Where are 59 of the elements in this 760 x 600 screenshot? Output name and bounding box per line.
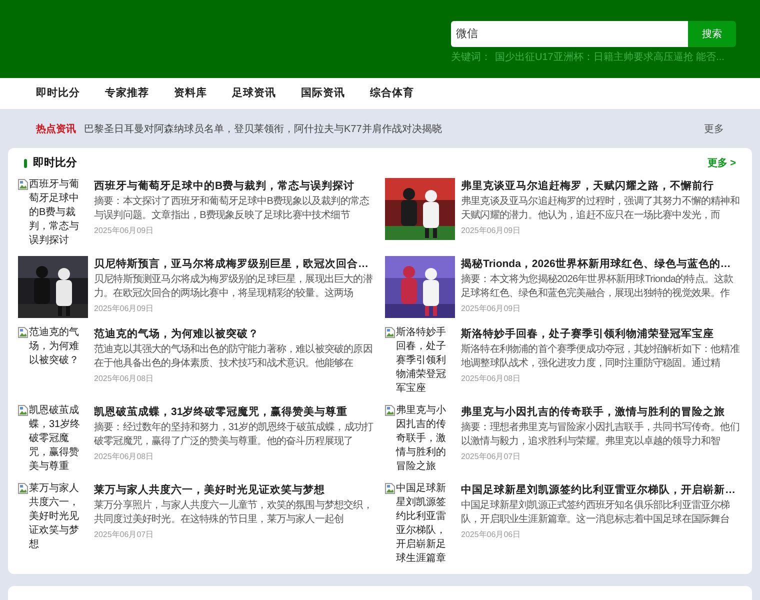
more-link[interactable]: 更多	[704, 122, 724, 136]
image-alt-text: 西班牙与葡萄牙足球中的B费与裁判，常态与误判探讨	[29, 178, 80, 248]
broken-image-icon	[385, 405, 395, 416]
search-button[interactable]: 搜索	[688, 21, 736, 47]
article-title[interactable]: 贝尼特斯预言，亚马尔将成梅罗级别巨星，欧冠次回合…	[94, 256, 375, 272]
article-date: 2025年06月09日	[461, 225, 521, 237]
broken-image-icon	[385, 483, 395, 494]
article-date: 2025年06月08日	[94, 373, 154, 385]
image-alt-text: 范迪克的气场，为何难以被突破？	[29, 326, 80, 368]
article-title[interactable]: 弗里克与小因扎吉的传奇联手，激情与胜利的冒险之旅	[461, 404, 742, 420]
article-date: 2025年06月08日	[94, 451, 154, 463]
article-summary: 摘要：本文探讨了西班牙和葡萄牙足球中B费现象以及裁判的常态与误判问题。文章指出，B费现象反映了足球比赛中技术细节	[94, 195, 370, 223]
article-title[interactable]: 范迪克的气场，为何难以被突破？	[94, 326, 375, 342]
image-alt-text: 斯洛特妙手回春，处子赛季引领利物浦荣登冠军宝座	[396, 326, 447, 396]
article-summary: 范迪克以其强大的气场和出色的防守能力著称，难以被突破的原因在于他具备出色的身体素质、技术技巧和战术意识。他能够在	[94, 343, 374, 371]
article-date: 2025年06月07日	[94, 529, 154, 541]
nav-link[interactable]: 即时比分	[36, 86, 80, 102]
nav-link[interactable]: 资料库	[174, 86, 207, 102]
article-summary: 弗里克谈及亚马尔追赶梅罗的过程时，强调了其努力不懈的精神和天赋闪耀的潜力。他认为，追赶不应只在一场比赛中发光，而	[461, 195, 740, 223]
title-bar-icon	[24, 158, 27, 168]
article-date: 2025年06月07日	[461, 451, 521, 463]
nav-link[interactable]: 综合体育	[370, 86, 414, 102]
article-title[interactable]: 揭秘Trionda，2026世界杯新用球红色、绿色与蓝色的…	[461, 256, 742, 272]
article-date: 2025年06月09日	[94, 225, 154, 237]
more-link[interactable]: 更多 >	[707, 156, 736, 170]
broken-image-icon	[18, 327, 28, 338]
article-title[interactable]: 斯洛特妙手回春，处子赛季引领利物浦荣登冠军宝座	[461, 326, 742, 342]
broken-image-icon	[18, 179, 28, 190]
article-summary: 中国足球新星刘凯源正式签约西班牙知名俱乐部比利亚雷亚尔梯队，开启职业生涯新篇章。这一消息标志着中国足球在国际舞台	[461, 499, 731, 527]
broken-image-icon	[18, 483, 28, 494]
keywords-label: 关键词：	[451, 50, 491, 65]
image-alt-text: 莱万与家人共度六一，美好时光见证欢笑与梦想	[29, 482, 80, 552]
article-summary: 斯洛特在利物浦的首个赛季便成功夺冠，其妙招解析如下：他精准地调整球队战术，强化进攻力度，同时注重防守稳固。通过精	[461, 343, 741, 371]
image-alt-text: 中国足球新星刘凯源签约比利亚雷亚尔梯队，开启崭新足球生涯篇章	[396, 482, 447, 566]
article-summary: 摘要：经过数年的坚持和努力，31岁的凯恩终于破茧成蝶，成功打破零冠魔咒，赢得了广泛的赞美与尊重。他的奋斗历程展现了	[94, 421, 374, 449]
hot-news-headline[interactable]: 巴黎圣日耳曼对阿森纳球员名单，登贝莱领衔，阿什拉夫与K77并肩作战对决揭晓	[84, 122, 442, 136]
article-date: 2025年06月06日	[461, 529, 521, 541]
article-date: 2025年06月08日	[461, 373, 521, 385]
article-summary: 莱万分享照片，与家人共度六一儿童节，欢笑的氛围与梦想交织，共同度过美好时光。在这特殊的节日里，莱万与家人一起创	[94, 499, 374, 527]
broken-image-icon	[18, 405, 28, 416]
nav-link[interactable]: 足球资讯	[232, 86, 276, 102]
article-title[interactable]: 弗里克谈亚马尔追赶梅罗，天赋闪耀之路，不懈前行	[461, 178, 742, 194]
image-alt-text: 弗里克与小因扎吉的传奇联手，激情与胜利的冒险之旅	[396, 404, 447, 474]
article-title[interactable]: 莱万与家人共度六一，美好时光见证欢笑与梦想	[94, 482, 375, 498]
nav-link[interactable]: 专家推荐	[105, 86, 149, 102]
section-title: 即时比分	[33, 156, 77, 171]
article-title[interactable]: 凯恩破茧成蝶，31岁终破零冠魔咒，赢得赞美与尊重	[94, 404, 375, 420]
article-summary: 贝尼特斯预测亚马尔将成为梅罗级别的足球巨星，展现出巨大的潜力。在欧冠次回合的两场比赛中，将呈现精彩的较量。这两场	[94, 273, 374, 301]
search-field[interactable]: 微信	[451, 21, 688, 47]
article-summary: 摘要：本文将为您揭秘2026年世界杯新用球Trionda的特点。这款足球将红色、绿色和蓝色完美融合，展现出独特的视觉效果。作	[461, 273, 734, 301]
article-title[interactable]: 中国足球新星刘凯源签约比利亚雷亚尔梯队，开启崭新…	[461, 482, 742, 498]
article-date: 2025年06月09日	[94, 303, 154, 315]
nav-link[interactable]: 国际资讯	[301, 86, 345, 102]
article-date: 2025年06月09日	[461, 303, 521, 315]
article-title[interactable]: 西班牙与葡萄牙足球中的B费与裁判，常态与误判探讨	[94, 178, 375, 194]
image-alt-text: 凯恩破茧成蝶，31岁终破零冠魔咒，赢得赞美与尊重	[29, 404, 82, 474]
article-summary: 摘要：理想者弗里克与冒险家小因扎吉联手，共同书写传奇。他们以激情与毅力，追求胜利与荣耀。弗里克以卓越的领导力和智	[461, 421, 740, 449]
broken-image-icon	[385, 327, 395, 338]
hot-news-label: 热点资讯	[36, 122, 76, 136]
